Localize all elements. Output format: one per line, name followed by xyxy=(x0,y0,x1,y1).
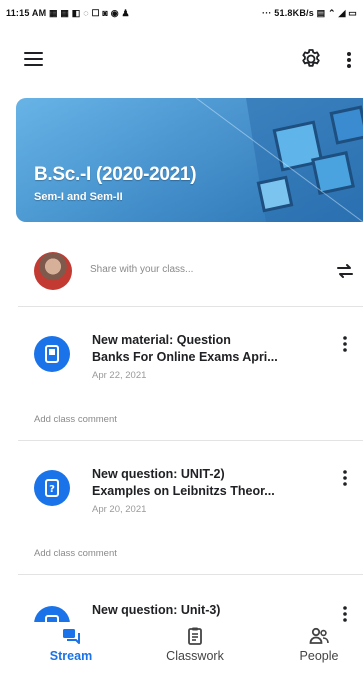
status-time: 11:15 AM xyxy=(6,7,47,18)
post-date: Apr 22, 2021 xyxy=(92,370,147,381)
question-icon: ? xyxy=(34,470,70,506)
tab-classwork[interactable]: Classwork xyxy=(150,626,240,663)
status-bar-left: 11:15 AM ▦ ▦ ◧ ◌ ☐ ◙ ◉ ♟ xyxy=(6,8,262,19)
share-input[interactable]: Share with your class... xyxy=(90,264,193,275)
divider xyxy=(18,574,363,575)
hamburger-menu-icon[interactable] xyxy=(24,52,44,68)
post-title: New question: UNIT-2) Examples on Leibni… xyxy=(92,467,275,498)
post-title: New question: Unit-3) xyxy=(92,603,221,617)
avatar xyxy=(34,252,72,290)
share-with-class-row[interactable]: Share with your class... xyxy=(18,248,363,300)
add-class-comment[interactable]: Add class comment xyxy=(34,414,117,425)
tab-stream[interactable]: Stream xyxy=(26,626,116,663)
repost-icon[interactable] xyxy=(334,260,356,282)
bottom-navigation: Stream Classwork People xyxy=(0,622,363,674)
post-date: Apr 20, 2021 xyxy=(92,504,147,515)
post-title: New material: Question Banks For Online … xyxy=(92,333,278,364)
divider xyxy=(18,306,363,307)
status-bar-right: ··· 51.8KB/s ▤ ⌃ ◢ ▭ xyxy=(262,7,357,18)
gear-icon[interactable] xyxy=(299,47,323,71)
divider xyxy=(18,440,363,441)
tab-stream-label: Stream xyxy=(49,649,93,663)
app-bar xyxy=(0,38,363,82)
class-title: B.Sc.-I (2020-2021) xyxy=(34,164,197,185)
vertical-dots-icon[interactable] xyxy=(341,48,357,72)
people-icon xyxy=(309,627,329,644)
class-banner[interactable]: B.Sc.-I (2020-2021) Sem-I and Sem-II xyxy=(16,98,363,222)
add-class-comment[interactable]: Add class comment xyxy=(34,548,117,559)
class-section: Sem-I and Sem-II xyxy=(34,191,123,203)
vertical-dots-icon[interactable] xyxy=(338,466,352,490)
status-notification-icons: ▦ ▦ ◧ ◌ ☐ ◙ ◉ ♟ xyxy=(49,7,130,18)
tab-people[interactable]: People xyxy=(274,626,363,663)
vertical-dots-icon[interactable] xyxy=(338,332,352,356)
material-icon xyxy=(34,336,70,372)
classwork-icon xyxy=(188,627,202,645)
svg-text:?: ? xyxy=(49,484,55,495)
tab-classwork-label: Classwork xyxy=(166,649,224,663)
banner-illustration xyxy=(16,98,363,222)
status-bar: 11:15 AM ▦ ▦ ◧ ◌ ☐ ◙ ◉ ♟ ··· 51.8KB/s ▤ … xyxy=(0,0,363,26)
stream-icon xyxy=(63,629,80,644)
tab-people-label: People xyxy=(299,649,339,663)
